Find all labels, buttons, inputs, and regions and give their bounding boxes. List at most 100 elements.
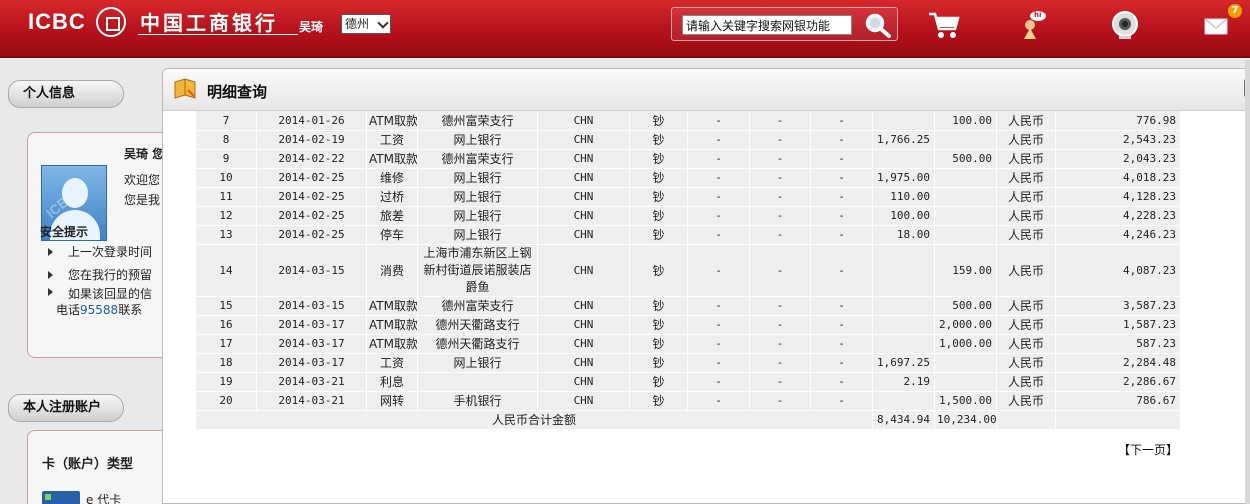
cell-summary: 旅差 [366,206,418,226]
next-page-link[interactable]: 【下一页】 [1118,441,1178,458]
table-row: 7 2014-01-26 ATM取款 德州富荣支行 CHN 钞 - - -100.00 人民币 77… [195,111,1181,131]
table-row: 14 2014-03-15 消费 上海市浦东新区上钢新村街道辰诺服装店 爵鱼 CHN 钞 -… [195,244,1181,297]
table-row: 11 2014-02-25 过桥 网上银行 CHN 钞 - - -110.00 人民币 4,128.… [195,187,1181,207]
registered-accounts-tab[interactable]: 本人注册账户 [8,394,124,422]
cell-c8: - [749,334,811,354]
tip-item-1: 上一次登录时间 [68,245,153,259]
cell-no: 7 [195,111,257,131]
cell-expense: 500.00 [934,149,997,169]
cell-income [872,111,935,131]
cell-country: CHN [537,244,630,297]
total-label: 人民币合计金额 [195,410,873,430]
table-row: 18 2014-03-17 工资 网上银行 CHN 钞 - - -1,697.25 人民币 2,28… [195,353,1181,373]
cell-currency: 人民币 [996,334,1056,354]
cell-c7: - [687,315,750,335]
cell-currency: 人民币 [996,244,1056,297]
cell-expense [934,372,997,392]
card-item-label[interactable]: e 代卡 [86,491,121,504]
icbc-seal-icon [96,7,126,37]
cell-income: 2.19 [872,372,935,392]
cell-c8: - [749,353,811,373]
cell-c9: - [810,149,873,169]
cell-expense [934,225,997,245]
cell-currency: 人民币 [996,372,1056,392]
top-bar: ICBC 中国工商银行 吴琦 德州 hi 7 [0,0,1250,58]
cell-place: 上海市浦东新区上钢新村街道辰诺服装店 爵鱼 [417,244,538,297]
cell-currency: 人民币 [996,206,1056,226]
cell-currency: 人民币 [996,391,1056,411]
mascot-icon[interactable] [1016,10,1050,40]
cell-income: 1,697.25 [872,353,935,373]
total-empty-cell [1055,410,1181,430]
cell-place: 德州天衢路支行 [417,334,538,354]
cell-cash: 钞 [629,187,688,207]
cell-country: CHN [537,353,630,373]
cell-c7: - [687,353,750,373]
cell-c8: - [749,244,811,297]
cell-no: 17 [195,334,257,354]
cell-c8: - [749,168,811,188]
shopping-cart-icon[interactable] [927,10,961,40]
cell-income: 1,975.00 [872,168,935,188]
table-row: 8 2014-02-19 工资 网上银行 CHN 钞 - - -1,766.25 人民币 2,543… [195,130,1181,150]
cell-balance: 786.67 [1055,391,1181,411]
cell-cash: 钞 [629,130,688,150]
cell-no: 13 [195,225,257,245]
cell-income: 1,766.25 [872,130,935,150]
cell-place: 德州富荣支行 [417,111,538,131]
cell-expense: 159.00 [934,244,997,297]
cell-cash: 钞 [629,334,688,354]
table-row: 20 2014-03-21 网转 手机银行 CHN 钞 - - -1,500.00 人民币 786.… [195,391,1181,411]
cell-summary: 维修 [366,168,418,188]
cell-cash: 钞 [629,225,688,245]
cell-balance: 4,087.23 [1055,244,1181,297]
camera-icon[interactable] [1108,10,1142,40]
cell-date: 2014-03-17 [256,334,367,354]
cell-c8: - [749,130,811,150]
cell-balance: 4,018.23 [1055,168,1181,188]
card-icon [42,491,80,504]
table-row: 9 2014-02-22 ATM取款 德州富荣支行 CHN 钞 - - -500.00 人民币 2,… [195,149,1181,169]
cell-country: CHN [537,391,630,411]
cell-no: 10 [195,168,257,188]
mascot-badge: hi [1034,11,1042,19]
cell-country: CHN [537,334,630,354]
cell-date: 2014-02-25 [256,206,367,226]
cell-c7: - [687,296,750,316]
cell-c7: - [687,225,750,245]
cell-c7: - [687,111,750,131]
cell-c8: - [749,296,811,316]
cell-c8: - [749,149,811,169]
cell-c9: - [810,244,873,297]
cell-date: 2014-03-15 [256,296,367,316]
cell-c9: - [810,187,873,207]
city-select[interactable]: 德州 [341,14,391,34]
cell-income [872,149,935,169]
cell-c7: - [687,168,750,188]
cell-place: 网上银行 [417,130,538,150]
cell-date: 2014-02-25 [256,168,367,188]
cell-cash: 钞 [629,111,688,131]
welcome-line-2: 您是我 [124,193,161,207]
cell-summary: ATM取款 [366,315,418,335]
cell-no: 9 [195,149,257,169]
cell-income [872,334,935,354]
table-row: 10 2014-02-25 维修 网上银行 CHN 钞 - - -1,975.00 人民币 4,01… [195,168,1181,188]
search-icon[interactable] [864,12,892,38]
search-input[interactable] [682,15,852,35]
cell-no: 12 [195,206,257,226]
cell-expense [934,168,997,188]
cell-summary: ATM取款 [366,149,418,169]
total-row: 人民币合计金额 8,434.94 10,234.00 [195,410,1181,430]
table-row: 17 2014-03-17 ATM取款 德州天衢路支行 CHN 钞 - - -1,000.00 人… [195,334,1181,354]
cell-balance: 2,043.23 [1055,149,1181,169]
cell-c9: - [810,391,873,411]
personal-info-tab[interactable]: 个人信息 [8,80,124,108]
cell-date: 2014-01-26 [256,111,367,131]
cell-c7: - [687,206,750,226]
cell-currency: 人民币 [996,353,1056,373]
cell-cash: 钞 [629,315,688,335]
cell-balance: 4,246.23 [1055,225,1181,245]
cell-c9: - [810,168,873,188]
phone-number[interactable]: 95588 [80,303,118,317]
